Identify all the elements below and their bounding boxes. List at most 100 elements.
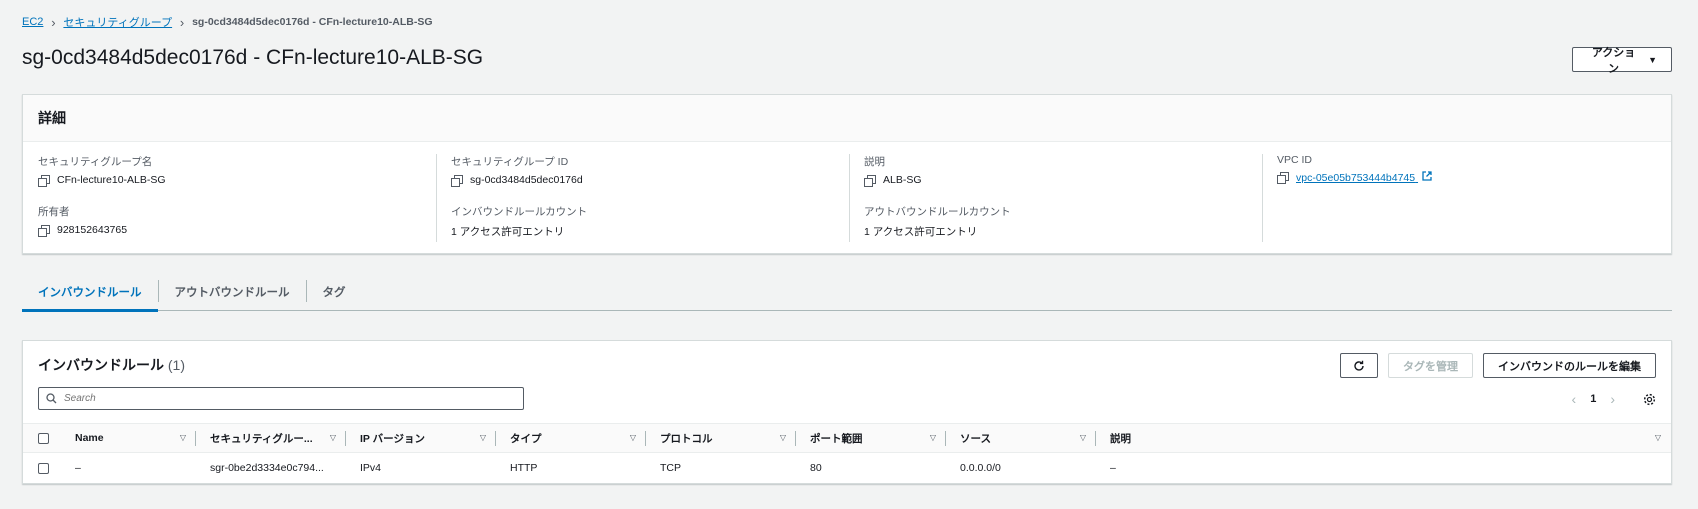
cell-ip-version: IPv4 xyxy=(360,462,382,475)
field-inbound-count: インバウンドルールカウント 1 アクセス許可エントリ xyxy=(451,204,851,242)
refresh-icon xyxy=(1354,360,1364,371)
details-panel: 詳細 セキュリティグループ名 CFn-lecture10-ALB-SG 所有者 … xyxy=(22,94,1672,254)
inbound-rules-actions: タグを管理 インバウンドのルールを編集 xyxy=(1340,353,1656,378)
copy-icon[interactable] xyxy=(38,174,50,187)
tab-bar: インバウンドルール アウトバウンドルール タグ xyxy=(22,272,1672,312)
inbound-count-label: インバウンドルールカウント xyxy=(451,206,588,218)
sort-icon: ▽ xyxy=(179,433,186,442)
copy-icon[interactable] xyxy=(864,174,876,187)
outbound-count-label: アウトバウンドルールカウント xyxy=(864,206,1011,218)
inbound-rules-table: Name ▽ セキュリティグルー... ▽ IP バージョン ▽ タイプ ▽ プ… xyxy=(23,423,1671,484)
column-protocol-label: プロトコル xyxy=(660,432,713,445)
row-checkbox[interactable] xyxy=(38,462,49,474)
cell-sg-rule-id: sgr-0be2d3334e0c794... xyxy=(210,462,324,475)
refresh-button[interactable] xyxy=(1340,353,1378,378)
breadcrumb-ec2[interactable]: EC2 xyxy=(22,16,43,28)
details-column-2: セキュリティグループ ID sg-0cd3484d5dec0176d インバウン… xyxy=(451,154,851,254)
description-label: 説明 xyxy=(864,156,885,168)
column-sg-rule-id[interactable]: セキュリティグルー... ▽ xyxy=(196,424,346,453)
inbound-rules-title-text: インバウンドルール xyxy=(38,357,164,373)
field-outbound-count: アウトバウンドルールカウント 1 アクセス許可エントリ xyxy=(864,204,1264,242)
actions-button[interactable]: アクション ▼ xyxy=(1572,47,1672,75)
field-description: 説明 ALB-SG xyxy=(864,154,1264,192)
inbound-count-value: 1 アクセス許可エントリ xyxy=(451,226,565,238)
external-link-icon xyxy=(1422,171,1432,181)
tab-tags[interactable]: タグ xyxy=(307,272,362,311)
breadcrumb-security-groups[interactable]: セキュリティグループ xyxy=(63,14,172,30)
column-source-label: ソース xyxy=(960,432,991,445)
chevron-left-icon[interactable]: ‹ xyxy=(1572,391,1577,407)
column-type[interactable]: タイプ ▽ xyxy=(496,424,646,453)
gear-icon[interactable] xyxy=(1643,393,1656,406)
copy-icon[interactable] xyxy=(451,174,463,187)
sort-icon: ▽ xyxy=(1654,433,1661,442)
select-all-checkbox[interactable] xyxy=(38,432,49,444)
field-sg-name: セキュリティグループ名 CFn-lecture10-ALB-SG xyxy=(38,154,438,192)
inbound-rules-count: (1) xyxy=(167,357,186,373)
field-owner: 所有者 928152643765 xyxy=(38,204,438,242)
sg-id-label: セキュリティグループ ID xyxy=(451,156,569,168)
search-box[interactable] xyxy=(38,387,524,410)
row-select-cell xyxy=(23,453,61,484)
details-column-1: セキュリティグループ名 CFn-lecture10-ALB-SG 所有者 928… xyxy=(38,154,438,254)
column-source[interactable]: ソース ▽ xyxy=(946,424,1096,453)
owner-label: 所有者 xyxy=(38,206,70,218)
chevron-right-icon: › xyxy=(51,14,56,30)
chevron-right-icon[interactable]: › xyxy=(1610,391,1615,407)
column-description-label: 説明 xyxy=(1110,432,1131,445)
column-description[interactable]: 説明 ▽ xyxy=(1096,424,1671,453)
details-column-4: VPC ID vpc-05e05b753444b4745 xyxy=(1277,154,1677,204)
table-row[interactable]: – sgr-0be2d3334e0c794... IPv4 HTTP TCP 8… xyxy=(23,453,1671,484)
cell-type: HTTP xyxy=(510,462,538,475)
search-icon xyxy=(46,393,57,404)
column-protocol[interactable]: プロトコル ▽ xyxy=(646,424,796,453)
inbound-rules-title: インバウンドルール (1) xyxy=(38,355,185,375)
inbound-rules-panel: インバウンドルール (1) タグを管理 インバウンドのルールを編集 ‹ 1 › xyxy=(22,340,1672,484)
cell-description: – xyxy=(1110,462,1116,475)
copy-icon[interactable] xyxy=(1277,172,1289,184)
sort-icon: ▽ xyxy=(1079,433,1086,442)
vpc-id-label: VPC ID xyxy=(1277,154,1313,166)
column-name-label: Name xyxy=(75,432,104,444)
column-port-range[interactable]: ポート範囲 ▽ xyxy=(796,424,946,453)
manage-tags-button[interactable]: タグを管理 xyxy=(1388,353,1473,378)
actions-button-label: アクション xyxy=(1591,46,1636,75)
column-ip-version[interactable]: IP バージョン ▽ xyxy=(346,424,496,453)
tab-outbound-rules[interactable]: アウトバウンドルール xyxy=(159,272,306,311)
sort-icon: ▽ xyxy=(329,433,336,442)
sort-icon: ▽ xyxy=(929,433,936,442)
breadcrumb: EC2 › セキュリティグループ › sg-0cd3484d5dec0176d … xyxy=(22,14,433,30)
sg-name-label: セキュリティグループ名 xyxy=(38,156,153,168)
vpc-id-link[interactable]: vpc-05e05b753444b4745 xyxy=(1296,171,1432,184)
pagination: ‹ 1 › xyxy=(1572,391,1656,407)
details-heading: 詳細 xyxy=(23,95,1671,142)
sort-icon: ▽ xyxy=(629,433,636,442)
sort-icon: ▽ xyxy=(779,433,786,442)
table-header-row: Name ▽ セキュリティグルー... ▽ IP バージョン ▽ タイプ ▽ プ… xyxy=(23,423,1671,453)
details-column-3: 説明 ALB-SG アウトバウンドルールカウント 1 アクセス許可エントリ xyxy=(864,154,1264,254)
column-name[interactable]: Name ▽ xyxy=(61,424,196,453)
search-input[interactable] xyxy=(64,393,484,404)
cell-protocol: TCP xyxy=(660,462,681,475)
page-number[interactable]: 1 xyxy=(1590,393,1596,405)
inbound-rules-header: インバウンドルール (1) タグを管理 インバウンドのルールを編集 xyxy=(23,341,1671,385)
column-sg-rule-id-label: セキュリティグルー... xyxy=(210,432,313,445)
owner-value: 928152643765 xyxy=(57,224,128,236)
caret-down-icon: ▼ xyxy=(1648,54,1657,65)
field-sg-id: セキュリティグループ ID sg-0cd3484d5dec0176d xyxy=(451,154,851,192)
tab-inbound-rules[interactable]: インバウンドルール xyxy=(22,272,158,312)
column-ip-version-label: IP バージョン xyxy=(360,432,425,445)
vpc-id-value: vpc-05e05b753444b4745 xyxy=(1296,172,1416,184)
breadcrumb-current: sg-0cd3484d5dec0176d - CFn-lecture10-ALB… xyxy=(192,16,433,28)
field-vpc-id: VPC ID vpc-05e05b753444b4745 xyxy=(1277,154,1677,192)
column-type-label: タイプ xyxy=(510,432,542,445)
sg-name-value: CFn-lecture10-ALB-SG xyxy=(57,174,166,186)
outbound-count-value: 1 アクセス許可エントリ xyxy=(864,226,978,238)
edit-inbound-rules-button[interactable]: インバウンドのルールを編集 xyxy=(1483,353,1656,378)
cell-source: 0.0.0.0/0 xyxy=(960,462,1001,475)
cell-name: – xyxy=(75,462,81,475)
copy-icon[interactable] xyxy=(38,224,50,237)
sg-id-value: sg-0cd3484d5dec0176d xyxy=(470,174,583,186)
details-grid: セキュリティグループ名 CFn-lecture10-ALB-SG 所有者 928… xyxy=(23,142,1671,254)
select-all-cell xyxy=(23,424,61,453)
